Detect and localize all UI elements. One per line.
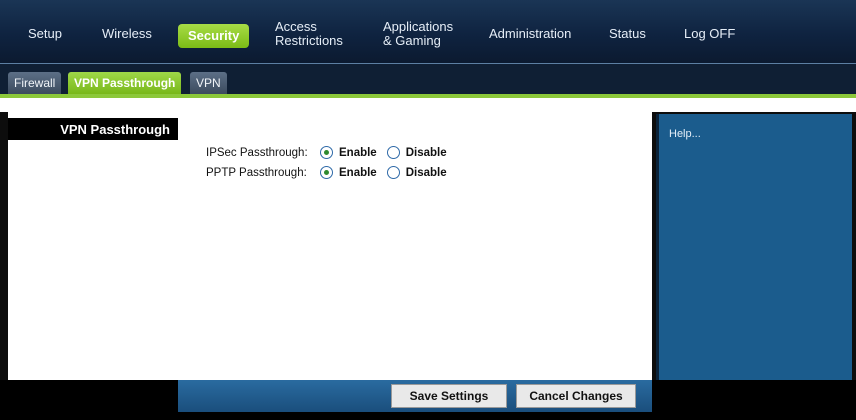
nav-status-label: Status [609,26,646,41]
cancel-changes-label: Cancel Changes [529,389,623,403]
nav-status[interactable]: Status [609,14,646,54]
nav-apps-label-line2: & Gaming [383,33,441,48]
pptp-passthrough-label: PPTP Passthrough: [206,166,307,179]
top-navigation-bar: Setup Wireless Security Access Restricti… [0,0,856,64]
nav-access-label-line1: Access [275,19,317,34]
section-title-label: VPN Passthrough [60,121,170,137]
sub-tab-bar: Firewall VPN Passthrough VPN [0,64,856,96]
save-settings-label: Save Settings [409,389,489,403]
nav-setup[interactable]: Setup [28,14,62,54]
nav-security-label: Security [188,28,240,43]
ipsec-passthrough-label: IPSec Passthrough: [206,146,308,159]
nav-access-restrictions[interactable]: Access Restrictions [275,14,343,54]
radio-selected-dot [324,170,329,175]
ipsec-enable-label: Enable [339,146,377,159]
nav-setup-label: Setup [28,26,62,41]
nav-security[interactable]: Security [178,24,250,48]
save-settings-button[interactable]: Save Settings [391,384,507,408]
pptp-enable-radio[interactable] [320,166,333,179]
nav-wireless-label: Wireless [102,26,152,41]
tab-vpn-label: VPN [196,76,221,90]
nav-logoff-label: Log OFF [684,26,736,41]
nav-logoff[interactable]: Log OFF [684,14,735,54]
tab-vpn-passthrough[interactable]: VPN Passthrough [68,72,182,94]
ipsec-enable-radio[interactable] [320,146,333,159]
ipsec-disable-label: Disable [405,146,447,159]
settings-panel: IPSec Passthrough: Enable Disable PPTP P… [178,106,652,380]
nav-apps-label-line1: Applications [383,19,454,34]
tab-vpn[interactable]: VPN [190,72,227,94]
ipsec-passthrough-row: IPSec Passthrough: Enable Disable [206,146,453,159]
cancel-changes-button[interactable]: Cancel Changes [516,384,636,408]
nav-administration[interactable]: Administration [489,14,571,54]
tab-firewall[interactable]: Firewall [8,72,62,94]
nav-applications-gaming[interactable]: Applications & Gaming [383,14,453,54]
nav-access-label-line2: Restrictions [275,33,343,48]
pptp-disable-label: Disable [405,166,447,179]
pptp-enable-label: Enable [339,166,377,179]
nav-wireless[interactable]: Wireless [102,14,152,54]
radio-selected-dot [324,150,329,155]
section-title: VPN Passthrough [8,118,178,140]
left-column [8,112,178,380]
pptp-disable-radio[interactable] [386,166,400,179]
tab-firewall-label: Firewall [14,76,56,90]
nav-administration-label: Administration [489,26,572,41]
tab-vpn-passthrough-label: VPN Passthrough [74,76,176,90]
pptp-passthrough-row: PPTP Passthrough: Enable Disable [206,166,453,179]
ipsec-disable-radio[interactable] [386,146,400,159]
help-panel: Help... [656,114,852,380]
help-link[interactable]: Help... [669,128,701,140]
